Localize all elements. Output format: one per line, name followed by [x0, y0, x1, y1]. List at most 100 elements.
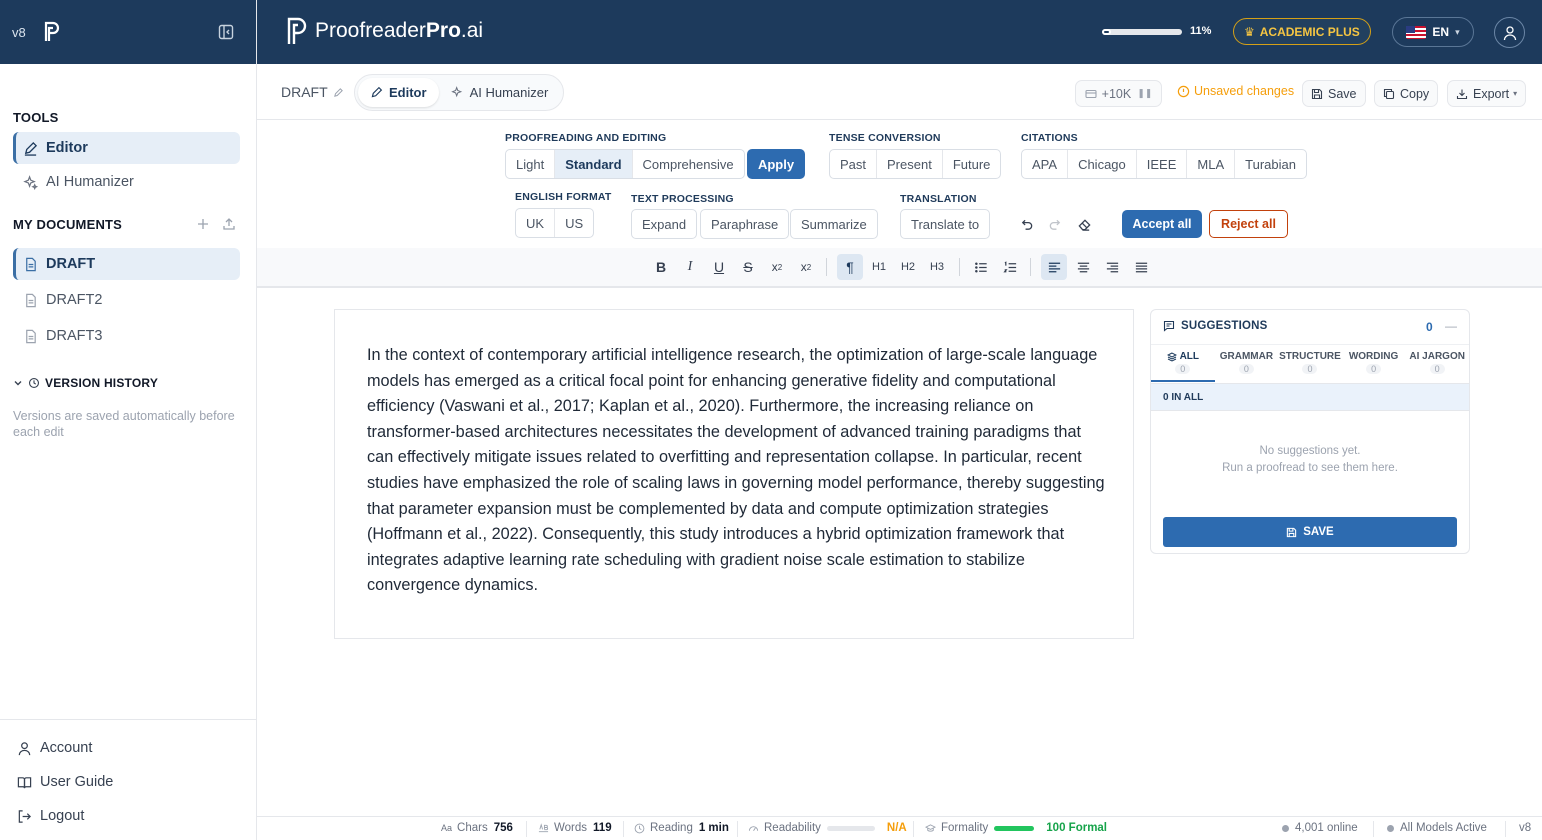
paraphrase-button[interactable]: Paraphrase: [700, 209, 790, 239]
heading1-button[interactable]: H1: [866, 254, 892, 280]
clock-icon: [634, 823, 645, 833]
accept-all-button[interactable]: Accept all: [1122, 210, 1202, 238]
chars-label: Chars: [457, 822, 488, 834]
upload-icon[interactable]: [222, 217, 236, 231]
editor-canvas[interactable]: In the context of contemporary artificia…: [334, 309, 1134, 639]
language-selector[interactable]: EN ▾: [1392, 17, 1474, 47]
readability-label: Readability: [764, 822, 821, 834]
user-guide-link[interactable]: User Guide: [17, 774, 113, 790]
option-light[interactable]: Light: [506, 150, 556, 178]
words-label: Words: [554, 822, 588, 834]
bold-icon[interactable]: B: [648, 254, 674, 280]
option-ieee[interactable]: IEEE: [1137, 150, 1188, 178]
align-right-icon[interactable]: [1099, 254, 1125, 280]
numbered-list-icon[interactable]: [997, 254, 1023, 280]
status-divider: [623, 821, 624, 837]
clear-formatting-button[interactable]: [1074, 214, 1094, 234]
align-center-icon[interactable]: [1070, 254, 1096, 280]
user-avatar[interactable]: [1494, 17, 1525, 48]
redo-button[interactable]: [1045, 214, 1065, 234]
document-icon: [26, 257, 36, 271]
option-turabian[interactable]: Turabian: [1235, 150, 1306, 178]
brand-mark-icon: [287, 17, 307, 44]
subscript-icon[interactable]: x2: [764, 254, 790, 280]
account-link[interactable]: Account: [17, 740, 92, 756]
tab-editor[interactable]: Editor: [358, 78, 439, 107]
plan-badge[interactable]: ♛ ACADEMIC PLUS: [1233, 18, 1371, 45]
save-button[interactable]: Save: [1302, 80, 1366, 107]
formatting-toolbar: B I U S x2 x2 ¶ H1 H2 H3: [257, 248, 1542, 288]
logout-link[interactable]: Logout: [17, 808, 84, 824]
heading2-button[interactable]: H2: [895, 254, 921, 280]
eraser-icon: [1077, 218, 1091, 231]
tab-ai-humanizer[interactable]: AI Humanizer: [439, 78, 561, 107]
align-justify-icon[interactable]: [1128, 254, 1154, 280]
sidebar-item-editor[interactable]: Editor: [13, 132, 240, 164]
edit-title-icon[interactable]: [333, 87, 344, 98]
option-us[interactable]: US: [555, 209, 593, 237]
option-past[interactable]: Past: [830, 150, 878, 178]
tab-ai-jargon[interactable]: AI JARGON 0: [1405, 345, 1469, 382]
sparkle-icon: [23, 174, 38, 190]
usage-progress-fill: [1102, 29, 1111, 35]
usage-progress-bar: [1102, 29, 1182, 35]
paragraph-icon[interactable]: ¶: [837, 254, 863, 280]
italic-icon[interactable]: I: [677, 254, 703, 280]
apply-button[interactable]: Apply: [747, 149, 805, 179]
reject-all-button[interactable]: Reject all: [1209, 210, 1288, 238]
option-present[interactable]: Present: [877, 150, 943, 178]
add-document-icon[interactable]: [196, 217, 210, 231]
empty-state-title: No suggestions yet.: [1259, 445, 1361, 457]
tab-all[interactable]: ALL 0: [1151, 345, 1215, 382]
heading3-button[interactable]: H3: [924, 254, 950, 280]
copy-button[interactable]: Copy: [1374, 80, 1439, 107]
tab-label: Editor: [389, 85, 427, 100]
option-mla[interactable]: MLA: [1187, 150, 1236, 178]
message-icon: [1163, 320, 1175, 332]
sidebar-item-ai-humanizer[interactable]: AI Humanizer: [13, 166, 240, 198]
unsaved-label: Unsaved changes: [1194, 84, 1295, 98]
editor-text[interactable]: In the context of contemporary artificia…: [367, 343, 1107, 599]
document-item-draft2[interactable]: DRAFT2: [13, 284, 240, 316]
document-bar: DRAFT Editor AI Humanizer +10K ❚❚ Unsave…: [257, 64, 1542, 120]
undo-button[interactable]: [1016, 214, 1036, 234]
option-future[interactable]: Future: [943, 150, 1001, 178]
undo-icon: [1021, 219, 1032, 230]
suggestions-save-button[interactable]: SAVE: [1163, 517, 1457, 547]
option-standard[interactable]: Standard: [555, 150, 633, 178]
align-left-icon[interactable]: [1041, 254, 1067, 280]
collapse-sidebar-icon[interactable]: [218, 24, 234, 40]
suggestions-header: SUGGESTIONS: [1163, 320, 1268, 332]
document-item-draft[interactable]: DRAFT: [13, 248, 240, 280]
book-icon: [17, 776, 32, 788]
heading2-label: H2: [900, 261, 916, 273]
document-item-draft3[interactable]: DRAFT3: [13, 320, 240, 352]
readability-stat: Readability N/A: [748, 822, 907, 834]
translate-to-button[interactable]: Translate to: [900, 209, 991, 239]
graduation-cap-icon: [925, 823, 936, 832]
tab-structure[interactable]: STRUCTURE 0: [1278, 345, 1342, 382]
tools-heading: TOOLS: [13, 110, 59, 125]
tab-grammar[interactable]: GRAMMAR 0: [1215, 345, 1279, 382]
version-history-toggle[interactable]: VERSION HISTORY: [13, 376, 158, 390]
sidebar-item-label: AI Humanizer: [46, 174, 134, 190]
summarize-button[interactable]: Summarize: [790, 209, 878, 239]
bullet-list-icon[interactable]: [968, 254, 994, 280]
option-uk[interactable]: UK: [516, 209, 556, 237]
expand-button[interactable]: Expand: [631, 209, 698, 239]
superscript-icon[interactable]: x2: [793, 254, 819, 280]
option-apa[interactable]: APA: [1022, 150, 1069, 178]
document-title[interactable]: DRAFT: [281, 84, 344, 100]
brand-logo[interactable]: Proofreader Pro .ai: [285, 16, 483, 46]
document-label: DRAFT2: [46, 292, 103, 308]
credits-pill[interactable]: +10K ❚❚: [1075, 80, 1162, 107]
underline-icon[interactable]: U: [706, 254, 732, 280]
toolbar-divider: [826, 258, 827, 276]
option-chicago[interactable]: Chicago: [1068, 150, 1137, 178]
strikethrough-icon[interactable]: S: [735, 254, 761, 280]
tab-wording[interactable]: WORDING 0: [1342, 345, 1406, 382]
logo-icon[interactable]: [40, 20, 64, 44]
option-comprehensive[interactable]: Comprehensive: [633, 150, 744, 178]
export-button[interactable]: Export ▾: [1447, 80, 1527, 107]
minimize-icon[interactable]: —: [1445, 319, 1457, 333]
